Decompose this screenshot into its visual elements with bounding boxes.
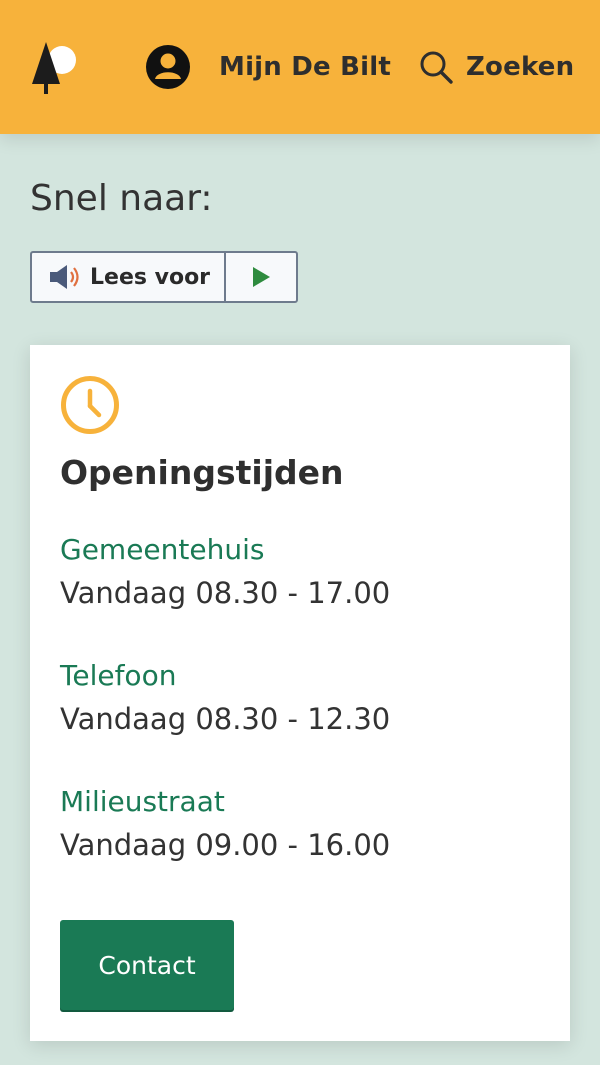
user-circle-icon xyxy=(145,44,191,90)
opening-hours-card: Openingstijden Gemeentehuis Vandaag 08.3… xyxy=(30,345,570,1041)
opening-item-telefoon: Telefoon Vandaag 08.30 - 12.30 xyxy=(60,659,390,736)
play-button[interactable] xyxy=(226,253,296,301)
search-link[interactable]: Zoeken xyxy=(418,48,574,86)
play-icon xyxy=(251,266,271,288)
read-aloud-button[interactable]: Lees voor xyxy=(32,253,226,301)
opening-item-milieustraat: Milieustraat Vandaag 09.00 - 16.00 xyxy=(60,785,390,862)
opening-item-name: Telefoon xyxy=(60,659,177,692)
card-title: Openingstijden xyxy=(60,453,344,492)
read-aloud-label: Lees voor xyxy=(90,264,211,290)
readspeaker-widget: Lees voor xyxy=(30,251,298,303)
clock-icon xyxy=(60,375,120,435)
contact-button[interactable]: Contact xyxy=(60,920,234,1010)
opening-item-hours: Vandaag 09.00 - 16.00 xyxy=(60,828,391,862)
site-header: Mijn De Bilt Zoeken xyxy=(0,0,600,134)
opening-item-name: Gemeentehuis xyxy=(60,533,265,566)
search-label: Zoeken xyxy=(466,52,575,82)
opening-item-gemeentehuis: Gemeentehuis Vandaag 08.30 - 17.00 xyxy=(60,533,390,610)
opening-item-hours: Vandaag 08.30 - 17.00 xyxy=(60,576,391,610)
search-icon xyxy=(418,49,454,85)
opening-item-name: Milieustraat xyxy=(60,785,225,818)
my-account-link[interactable]: Mijn De Bilt xyxy=(145,44,391,90)
tree-sun-logo-icon[interactable] xyxy=(28,38,80,98)
opening-item-hours: Vandaag 08.30 - 12.30 xyxy=(60,702,391,736)
speaker-icon xyxy=(48,263,84,291)
page-heading: Snel naar: xyxy=(30,178,213,219)
my-account-label: Mijn De Bilt xyxy=(219,52,391,82)
